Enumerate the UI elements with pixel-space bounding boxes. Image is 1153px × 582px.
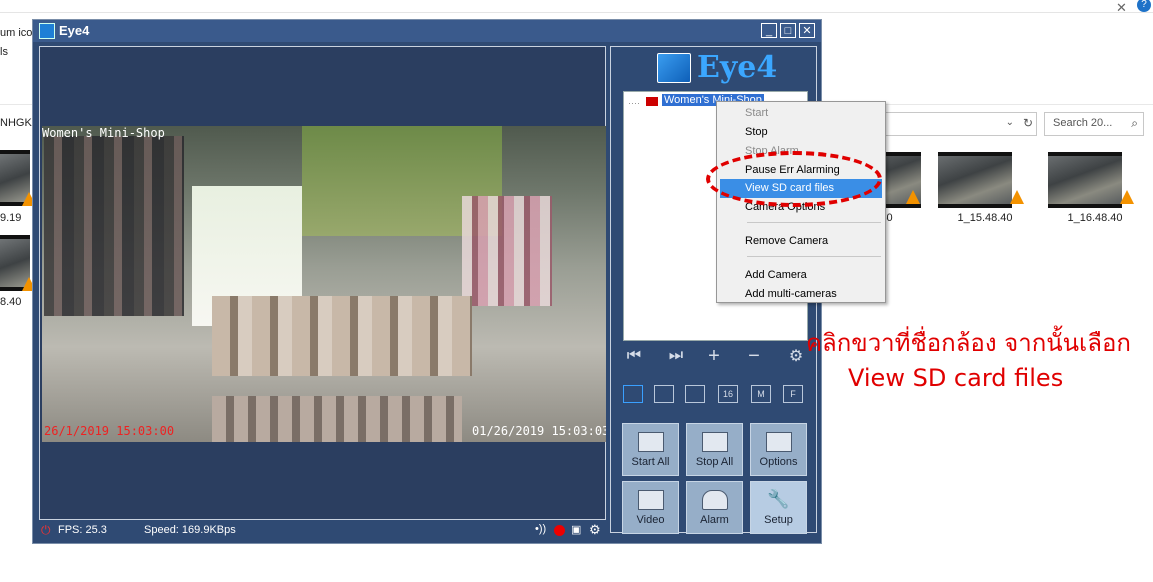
close-button[interactable]: ✕	[799, 23, 815, 38]
file-name: 9.19	[0, 212, 22, 224]
add-icon[interactable]: +	[703, 345, 725, 368]
help-icon[interactable]: ?	[1137, 0, 1151, 12]
tree-connector: ····	[628, 98, 640, 108]
gear-icon[interactable]: ⚙	[785, 346, 807, 366]
video-icon	[637, 490, 664, 510]
snapshot-icon[interactable]: ▣	[571, 523, 581, 536]
vlc-icon	[1010, 190, 1024, 204]
video-scene-clothes-rack	[44, 136, 184, 316]
start-all-label: Start All	[631, 456, 670, 468]
speed-readout: Speed: 169.9KBps	[144, 524, 236, 536]
options-label: Options	[759, 456, 798, 468]
search-box[interactable]: Search 20... ⌕	[1044, 112, 1144, 136]
menu-item-add-multi-cameras[interactable]: Add multi-cameras	[718, 285, 884, 304]
file-name: 1_16.48.40	[1067, 212, 1123, 224]
wrench-icon: 🔧	[767, 489, 790, 509]
address-bar[interactable]: ⌄ ↻	[885, 112, 1037, 136]
layout-4-button[interactable]	[654, 385, 674, 403]
explorer-folder-name: NHGK	[0, 117, 32, 129]
vlc-icon	[1120, 190, 1134, 204]
status-bar: ⏻ FPS: 25.3 Speed: 169.9KBps •)) ▣ ⚙	[39, 522, 606, 539]
menu-item-stop[interactable]: Stop	[718, 123, 884, 142]
layout-9-button[interactable]	[685, 385, 705, 403]
file-name: 8.40	[0, 296, 22, 308]
audio-icon[interactable]: •))	[535, 523, 546, 535]
setup-button[interactable]: 🔧 Setup	[750, 481, 807, 534]
menu-item-remove-camera[interactable]: Remove Camera	[718, 232, 884, 251]
stop-all-icon	[701, 432, 728, 452]
video-button[interactable]: Video	[622, 481, 679, 534]
video-scene-clothes-table	[212, 296, 472, 376]
close-icon[interactable]: ✕	[1116, 0, 1127, 16]
start-all-button[interactable]: Start All	[622, 423, 679, 476]
osd-camera-name: Women's Mini-Shop	[42, 126, 165, 140]
video-panel[interactable]: Women's Mini-Shop 26/1/2019 15:03:00 01/…	[39, 46, 606, 520]
setup-label: Setup	[764, 514, 793, 526]
vlc-icon	[906, 190, 920, 204]
video-label: Video	[636, 514, 665, 526]
explorer-top-border	[0, 12, 1153, 13]
layout-m-button[interactable]: M	[751, 385, 771, 403]
osd-timestamp: 01/26/2019 15:03:03	[472, 424, 606, 438]
alarm-label: Alarm	[700, 514, 729, 526]
eye4-window: Eye4 _ □ ✕ Women's Mini-Shop 26/1/2019 1…	[32, 19, 822, 544]
window-title: Eye4	[59, 23, 90, 38]
app-logo-icon	[39, 23, 55, 39]
annotation-text-line2: View SD card files	[848, 364, 1064, 392]
bell-icon	[701, 490, 728, 510]
file-thumbnail[interactable]	[1048, 152, 1122, 208]
search-input[interactable]: Search 20...	[1053, 117, 1112, 129]
camera-icon	[646, 97, 658, 106]
menu-item-start[interactable]: Start	[718, 104, 884, 123]
next-icon[interactable]: ⏭	[665, 347, 687, 365]
explorer-nav-text: um ico	[0, 27, 33, 39]
file-thumbnail[interactable]	[938, 152, 1012, 208]
menu-separator	[747, 222, 881, 223]
power-icon[interactable]: ⏻	[41, 523, 51, 538]
annotation-ellipse	[706, 151, 882, 207]
maximize-button[interactable]: □	[780, 23, 796, 38]
fps-readout: FPS: 25.3	[58, 524, 107, 536]
video-scene-clothes-pile	[212, 396, 462, 442]
eye4-logo-icon	[657, 53, 691, 83]
stop-all-button[interactable]: Stop All	[686, 423, 743, 476]
menu-item-add-camera[interactable]: Add Camera	[718, 266, 884, 285]
file-name: 1_15.48.40	[957, 212, 1013, 224]
refresh-icon[interactable]: ↻	[1023, 116, 1033, 130]
layout-1-button[interactable]	[623, 385, 643, 403]
remove-icon[interactable]: −	[743, 345, 765, 368]
settings-gear-icon[interactable]: ⚙	[589, 522, 601, 538]
title-bar[interactable]: Eye4 _ □ ✕	[33, 20, 821, 42]
menu-separator	[747, 256, 881, 257]
explorer-nav-pane	[0, 40, 33, 80]
fullscreen-button[interactable]: F	[783, 385, 803, 403]
video-scene-clothes-rack	[462, 196, 552, 306]
alarm-button[interactable]: Alarm	[686, 481, 743, 534]
camera-video-feed[interactable]: Women's Mini-Shop 26/1/2019 15:03:00 01/…	[42, 126, 606, 442]
options-icon	[765, 432, 792, 452]
eye4-logo-text: Eye4	[697, 50, 778, 85]
chevron-down-icon[interactable]: ⌄	[1006, 117, 1014, 128]
record-icon[interactable]	[554, 525, 565, 536]
stop-all-label: Stop All	[695, 456, 734, 468]
layout-16-button[interactable]: 16	[718, 385, 738, 403]
annotation-text-line1: คลิกขวาที่ชื่อกล้อง จากนั้นเลือก	[806, 329, 1131, 357]
osd-timestamp-red: 26/1/2019 15:03:00	[44, 424, 175, 438]
previous-icon[interactable]: ⏮	[623, 347, 645, 365]
minimize-button[interactable]: _	[761, 23, 777, 38]
options-button[interactable]: Options	[750, 423, 807, 476]
start-all-icon	[637, 432, 664, 452]
search-icon[interactable]: ⌕	[1131, 116, 1138, 131]
